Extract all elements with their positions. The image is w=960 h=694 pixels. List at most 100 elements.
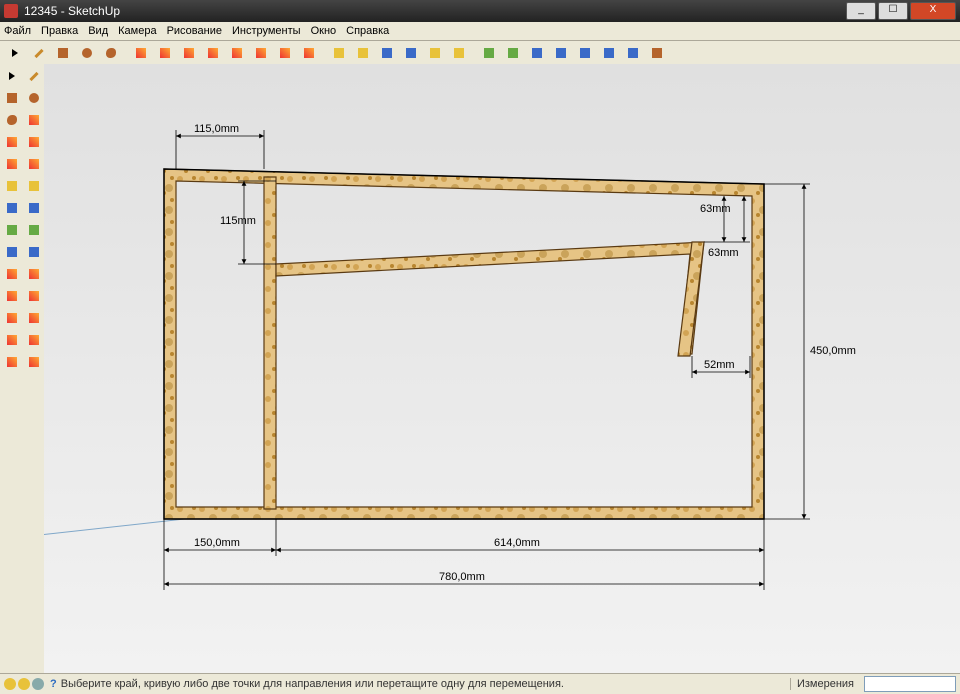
menu-файл[interactable]: Файл	[4, 25, 31, 37]
offset-button[interactable]	[298, 42, 320, 64]
select-icon	[9, 72, 15, 80]
follow-button[interactable]	[274, 42, 296, 64]
text-icon	[29, 247, 39, 257]
pencil-icon	[34, 48, 43, 57]
follow-icon	[29, 181, 39, 191]
previous-icon	[604, 48, 614, 58]
pan-icon	[508, 48, 518, 58]
orbit-icon	[484, 48, 494, 58]
rotate-button[interactable]	[202, 42, 224, 64]
menu-окно[interactable]: Окно	[311, 25, 337, 37]
select-arrow-button[interactable]	[4, 42, 26, 64]
zoom-window-button[interactable]	[550, 42, 572, 64]
minimize-button[interactable]: _	[846, 2, 876, 20]
axes-tool[interactable]	[24, 264, 44, 284]
offset-tool[interactable]	[24, 198, 44, 218]
zoom-button[interactable]	[526, 42, 548, 64]
look-tool[interactable]	[24, 352, 44, 372]
help-icon[interactable]: ?	[50, 678, 57, 690]
follow-tool[interactable]	[24, 176, 44, 196]
status-icon-1[interactable]	[4, 678, 16, 690]
scale-button[interactable]	[226, 42, 248, 64]
menu-вид[interactable]: Вид	[88, 25, 108, 37]
eraser-button[interactable]	[130, 42, 152, 64]
prot-icon	[7, 247, 17, 257]
previous-button[interactable]	[598, 42, 620, 64]
menu-инструменты[interactable]: Инструменты	[232, 25, 301, 37]
pan-tool[interactable]	[24, 286, 44, 306]
pan-button[interactable]	[502, 42, 524, 64]
sect-tool[interactable]	[2, 330, 22, 350]
pos-tool[interactable]	[2, 352, 22, 372]
status-bar: ? Выберите край, кривую либо две точки д…	[0, 673, 960, 694]
circle-tool[interactable]	[24, 110, 44, 130]
svg-text:115,0mm: 115,0mm	[194, 123, 239, 135]
menu-справка[interactable]: Справка	[346, 25, 389, 37]
protractor-button[interactable]	[352, 42, 374, 64]
svg-text:63mm: 63mm	[708, 247, 739, 259]
zoom-icon	[532, 48, 542, 58]
measurements-input[interactable]	[864, 676, 956, 692]
pencil-button[interactable]	[28, 42, 50, 64]
maximize-button[interactable]: ☐	[878, 2, 908, 20]
dim-52: 52mm	[692, 356, 750, 378]
line-tool[interactable]	[2, 88, 22, 108]
zoom-tool[interactable]	[2, 308, 22, 328]
svg-text:450,0mm: 450,0mm	[810, 345, 856, 357]
push-tool[interactable]	[24, 154, 44, 174]
paint-button[interactable]	[154, 42, 176, 64]
offset-icon	[29, 203, 39, 213]
freehand-button[interactable]	[100, 42, 122, 64]
look-icon	[29, 357, 39, 367]
prot-tool[interactable]	[2, 242, 22, 262]
dim-tool[interactable]	[24, 220, 44, 240]
scale-tool[interactable]	[2, 198, 22, 218]
model-viewport[interactable]: 115,0mm 115mm 63mm 63mm 52mm	[44, 64, 960, 674]
menu-камера[interactable]: Камера	[118, 25, 156, 37]
section-button[interactable]	[448, 42, 470, 64]
rectangle-button[interactable]	[52, 42, 74, 64]
push-icon	[29, 159, 39, 169]
text-button[interactable]	[424, 42, 446, 64]
paint-icon	[160, 48, 170, 58]
poly-tool[interactable]	[2, 132, 22, 152]
zoom-window-icon	[556, 48, 566, 58]
status-icon-2[interactable]	[18, 678, 30, 690]
svg-text:52mm: 52mm	[704, 359, 735, 371]
menu-рисование[interactable]: Рисование	[167, 25, 222, 37]
move-button[interactable]	[178, 42, 200, 64]
orbit-tool[interactable]	[2, 286, 22, 306]
select-tool[interactable]	[2, 66, 22, 86]
pushpull-button[interactable]	[250, 42, 272, 64]
close-button[interactable]: X	[910, 2, 956, 20]
offset-icon	[304, 48, 314, 58]
rotate-tool[interactable]	[2, 176, 22, 196]
iso-button[interactable]	[646, 42, 668, 64]
free-tool[interactable]	[24, 132, 44, 152]
drawing-canvas[interactable]: 115,0mm 115mm 63mm 63mm 52mm	[44, 64, 960, 674]
dimension-button[interactable]	[400, 42, 422, 64]
orbit-button[interactable]	[478, 42, 500, 64]
arc-tool[interactable]	[24, 88, 44, 108]
eraser-tool[interactable]	[24, 66, 44, 86]
next-icon	[628, 48, 638, 58]
menu-правка[interactable]: Правка	[41, 25, 78, 37]
tape-button[interactable]	[328, 42, 350, 64]
paint-tool[interactable]	[2, 264, 22, 284]
freehand-icon	[106, 48, 116, 58]
tape-icon	[334, 48, 344, 58]
rect-tool[interactable]	[2, 110, 22, 130]
tape-tool[interactable]	[2, 220, 22, 240]
walk-tool[interactable]	[24, 330, 44, 350]
dim-450: 450,0mm	[764, 184, 856, 519]
status-icon-3[interactable]	[32, 678, 44, 690]
text-tool[interactable]	[24, 242, 44, 262]
move-tool[interactable]	[2, 154, 22, 174]
rectangle-icon	[58, 48, 68, 58]
next-button[interactable]	[622, 42, 644, 64]
zoom-extents-button[interactable]	[574, 42, 596, 64]
zext-tool[interactable]	[24, 308, 44, 328]
circle-button[interactable]	[76, 42, 98, 64]
sect-icon	[7, 335, 17, 345]
axes-button[interactable]	[376, 42, 398, 64]
